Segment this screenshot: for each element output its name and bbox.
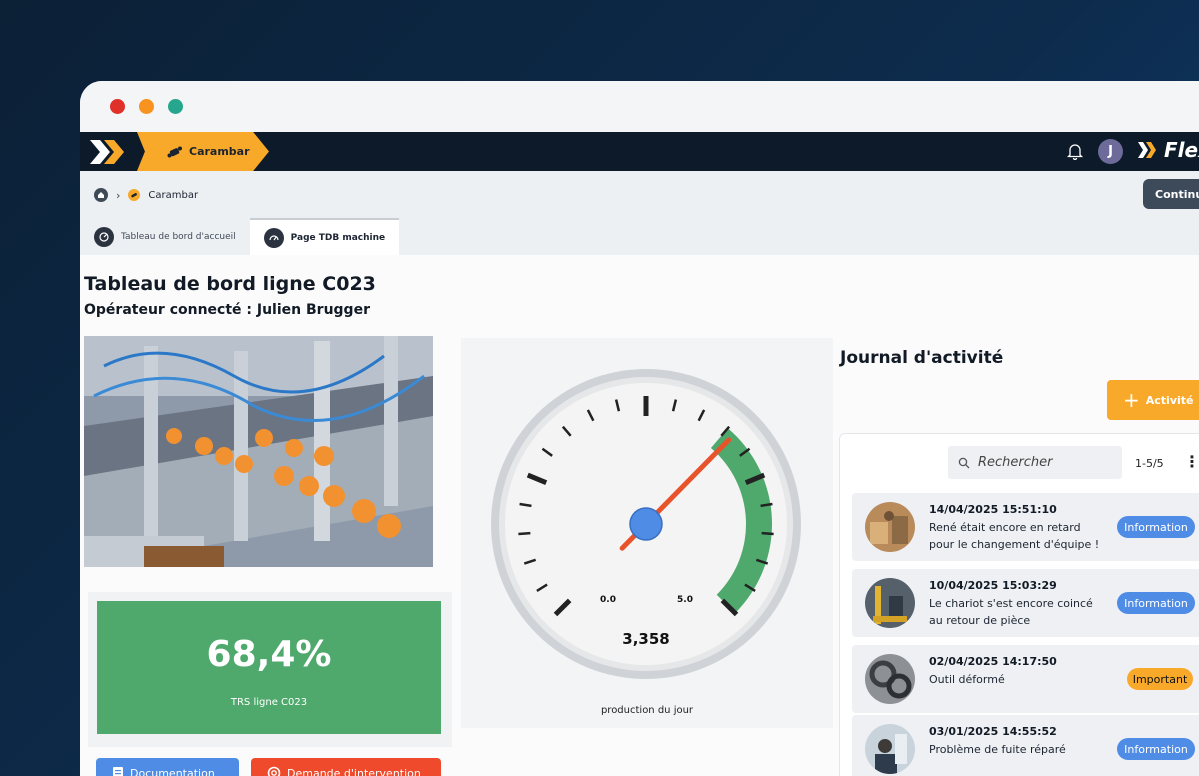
tab-label: Page TDB machine [290,232,386,243]
production-gauge: 0.0 5.0 3,358 [491,369,801,679]
brand-chevrons-icon [1138,142,1156,158]
gauge-max-label: 5.0 [677,595,693,605]
activity-entry[interactable]: 14/04/2025 15:51:10 René était encore en… [852,493,1199,561]
entry-date: 10/04/2025 15:03:29 [929,579,1057,592]
entry-thumbnail [865,654,915,704]
entry-date: 02/04/2025 14:17:50 [929,655,1057,668]
trs-value: 68,4% [206,633,332,675]
entry-text: René était encore en retard pour le chan… [929,521,1100,551]
tab-bar: Tableau de bord d'accueil Page TDB machi… [80,218,400,255]
entry-date: 14/04/2025 15:51:10 [929,503,1057,516]
breadcrumb-current[interactable]: Carambar [148,190,198,201]
gauge-tick [518,531,531,536]
user-avatar[interactable]: J [1098,139,1123,164]
gauge-caption: production du jour [600,705,694,716]
brand-name: Flex [1164,138,1199,162]
entry-date: 03/01/2025 14:55:52 [929,725,1057,738]
entry-badge: Information [1117,592,1195,614]
operator-label: Opérateur connecté : Julien Brugger [84,302,370,318]
entry-badge: Information [1117,516,1195,538]
plus-icon: + [1123,388,1140,412]
documentation-label: Documentation [130,766,215,776]
search-icon [958,457,970,468]
entry-badge: Information [1117,738,1195,760]
window-titlebar [80,81,1199,132]
minimize-window-button[interactable] [139,99,154,114]
speedometer-icon [263,227,284,248]
machine-chip-label: Carambar [189,145,250,158]
chevron-right-icon: › [116,188,121,202]
intervention-label: Demande d'intervention [287,766,421,776]
add-activity-button[interactable]: + Activité [1107,380,1199,420]
home-icon[interactable] [94,188,108,202]
main-content: Tableau de bord ligne C023 Opérateur con… [80,255,1199,776]
activity-log-card: Rechercher 1-5/5 ⋮ 14/04/2025 15:51:10 R… [839,433,1199,776]
candy-icon [128,189,141,201]
add-activity-label: Activité [1145,393,1194,407]
breadcrumb: › Carambar [94,188,198,202]
machine-chip[interactable]: Carambar [137,132,269,171]
entry-badge: Important [1127,668,1193,690]
candy-icon [167,146,182,157]
lifebuoy-icon [267,766,281,776]
app-window: Carambar J Flex › Carambar Cont [80,81,1199,776]
gauge-min-label: 0.0 [600,595,616,605]
entry-thumbnail [865,502,915,552]
search-placeholder: Rechercher [978,455,1053,470]
page-title: Tableau de bord ligne C023 [84,273,376,295]
tab-machine-dashboard[interactable]: Page TDB machine [249,218,400,255]
activity-entry[interactable]: 03/01/2025 14:55:52 Problème de fuite ré… [852,715,1199,776]
gauge-tick [761,531,774,536]
activity-search-input[interactable]: Rechercher [948,446,1122,479]
entry-thumbnail [865,578,915,628]
gauge-value-label: 3,358 [622,630,669,648]
entry-text: Problème de fuite réparé [929,743,1066,756]
activity-log-title: Journal d'activité [840,348,1004,368]
trs-kpi-card: 68,4% TRS ligne C023 [97,601,441,734]
maximize-window-button[interactable] [168,99,183,114]
intervention-request-button[interactable]: Demande d'intervention [251,758,441,776]
more-options-icon[interactable]: ⋮ [1184,454,1199,470]
activity-entry[interactable]: 02/04/2025 14:17:50 Outil déformé Import… [852,645,1199,713]
app-header: Carambar J Flex [80,132,1199,171]
tab-home-dashboard[interactable]: Tableau de bord d'accueil [80,218,250,255]
pagination-count: 1-5/5 [1135,457,1164,470]
close-window-button[interactable] [110,99,125,114]
entry-text: Le chariot s'est encore coincé au retour… [929,597,1093,627]
production-gauge-panel: 0.0 5.0 3,358 production du jour [461,338,833,728]
brand-logo: Flex [1138,138,1199,162]
notification-bell-icon[interactable] [1066,142,1084,160]
app-logo-icon[interactable] [88,138,128,166]
production-line-image [84,336,433,567]
documentation-button[interactable]: Documentation [96,758,239,776]
trs-label: TRS ligne C023 [230,696,308,708]
tab-label: Tableau de bord d'accueil [121,231,236,242]
dashboard-icon [94,226,114,247]
entry-thumbnail [865,724,915,774]
document-icon [113,767,123,776]
activity-entry[interactable]: 10/04/2025 15:03:29 Le chariot s'est enc… [852,569,1199,637]
continue-button[interactable]: Continu [1143,179,1199,209]
kpi-panel: 68,4% TRS ligne C023 [88,592,452,747]
entry-text: Outil déformé [929,673,1005,686]
sub-header: › Carambar Continu Tableau de bord d'acc… [80,171,1199,255]
